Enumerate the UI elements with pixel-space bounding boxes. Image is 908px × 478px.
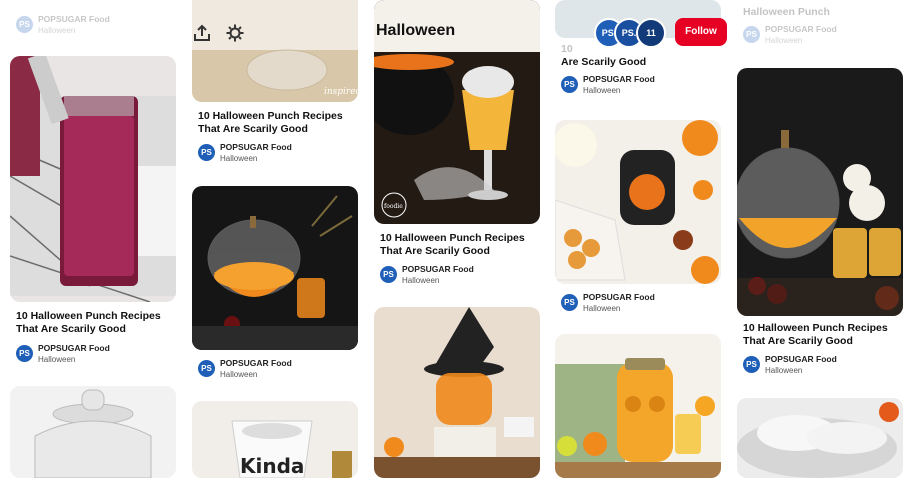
pin-title[interactable]: Are Scarily Good <box>561 56 717 69</box>
board-name: Halloween <box>402 276 440 285</box>
board-name: Halloween <box>220 154 258 163</box>
pin-title-partial: Halloween Punch <box>743 6 830 18</box>
author-avatar[interactable]: PS <box>743 26 760 43</box>
board-name: Halloween <box>583 304 621 313</box>
pin-card[interactable] <box>374 307 540 478</box>
author-name[interactable]: POPSUGAR Food <box>765 354 837 364</box>
image-watermark: inspired <box>324 87 358 97</box>
gear-icon[interactable] <box>226 24 244 42</box>
author-name[interactable]: POPSUGAR Food <box>402 264 474 274</box>
author-name[interactable]: POPSUGAR Food <box>38 343 110 353</box>
author-avatar[interactable]: PS <box>198 144 215 161</box>
pin-card[interactable]: 10 Halloween Punch Recipes That Are Scar… <box>737 68 903 382</box>
board-name: Halloween <box>765 366 803 375</box>
author-name[interactable]: POPSUGAR Food <box>220 358 292 368</box>
upload-share-icon[interactable] <box>193 24 211 42</box>
author-avatar[interactable]: PS <box>380 266 397 283</box>
pin-card[interactable] <box>737 398 903 478</box>
pin-image-glass-jar[interactable] <box>10 386 176 478</box>
pin-image-pumpkin-punch-bowl[interactable] <box>192 186 358 350</box>
author-name[interactable]: POPSUGAR Food <box>38 14 110 24</box>
pin-title[interactable]: 10 Halloween Punch Recipes That Are Scar… <box>380 232 536 258</box>
image-text: Kinda <box>240 454 304 478</box>
pin-card[interactable]: 10 Are Scarily Good PS POPSUGAR Food Hal… <box>555 0 721 100</box>
pin-image-pumpkin-waffles[interactable] <box>555 120 721 284</box>
author-avatar[interactable]: PS <box>561 76 578 93</box>
pin-image-pumpkin-glass-bowl[interactable] <box>737 68 903 316</box>
board-name: Halloween <box>38 355 76 364</box>
pin-card[interactable]: PS POPSUGAR Food Halloween <box>192 186 358 382</box>
pin-image-purple-punch[interactable] <box>10 56 176 302</box>
pin-image-punch-glasses[interactable]: inspired <box>192 0 358 102</box>
pin-card[interactable]: inspired 10 Halloween Punch Recipes That… <box>192 0 358 170</box>
pin-title[interactable]: 10 Halloween Punch Recipes That Are Scar… <box>198 110 354 136</box>
board-name: Halloween <box>765 36 803 45</box>
pin-card[interactable] <box>555 334 721 478</box>
board-name: Halloween <box>38 26 76 35</box>
pin-image-kinda-glass[interactable]: Kinda <box>192 401 358 478</box>
pin-image-witch-hat-dispenser[interactable] <box>374 307 540 478</box>
author-name[interactable]: POPSUGAR Food <box>583 74 655 84</box>
board-name: Halloween <box>220 370 258 379</box>
author-avatar[interactable]: PS <box>16 345 33 362</box>
pin-image-skull-dispenser[interactable] <box>555 334 721 478</box>
pin-image-fog-punch[interactable] <box>737 398 903 478</box>
pin-card[interactable]: Halloween Punch PS POPSUGAR Food Hallowe… <box>737 0 903 50</box>
author-avatar[interactable]: PS <box>16 16 33 33</box>
pin-card[interactable]: PS POPSUGAR Food Halloween <box>555 120 721 318</box>
pin-card[interactable] <box>10 386 176 478</box>
pin-card[interactable]: Kinda <box>192 401 358 478</box>
pin-card[interactable]: 10 Halloween Punch Recipes That Are Scar… <box>10 56 176 366</box>
author-avatar[interactable]: PS <box>743 356 760 373</box>
author-name[interactable]: POPSUGAR Food <box>220 142 292 152</box>
pin-card[interactable]: PS POPSUGAR Food Halloween <box>10 8 176 36</box>
author-name[interactable]: POPSUGAR Food <box>583 292 655 302</box>
image-watermark: foodie <box>384 203 403 210</box>
pin-card[interactable]: foodie 10 Halloween Punch Recipes That A… <box>374 0 540 290</box>
pin-title[interactable]: 10 Halloween Punch Recipes That Are Scar… <box>16 310 172 336</box>
pin-title[interactable]: 10 Halloween Punch Recipes That Are Scar… <box>743 322 899 348</box>
author-avatar[interactable]: PS <box>198 360 215 377</box>
follower-count-badge[interactable]: 11 <box>636 18 666 48</box>
board-name: Halloween <box>583 86 621 95</box>
board-title: Halloween <box>376 22 456 39</box>
follow-button[interactable]: Follow <box>675 18 727 46</box>
author-name[interactable]: POPSUGAR Food <box>765 24 837 34</box>
author-avatar[interactable]: PS <box>561 294 578 311</box>
collaborator-avatars[interactable]: PS. PS. 11 <box>594 18 670 48</box>
